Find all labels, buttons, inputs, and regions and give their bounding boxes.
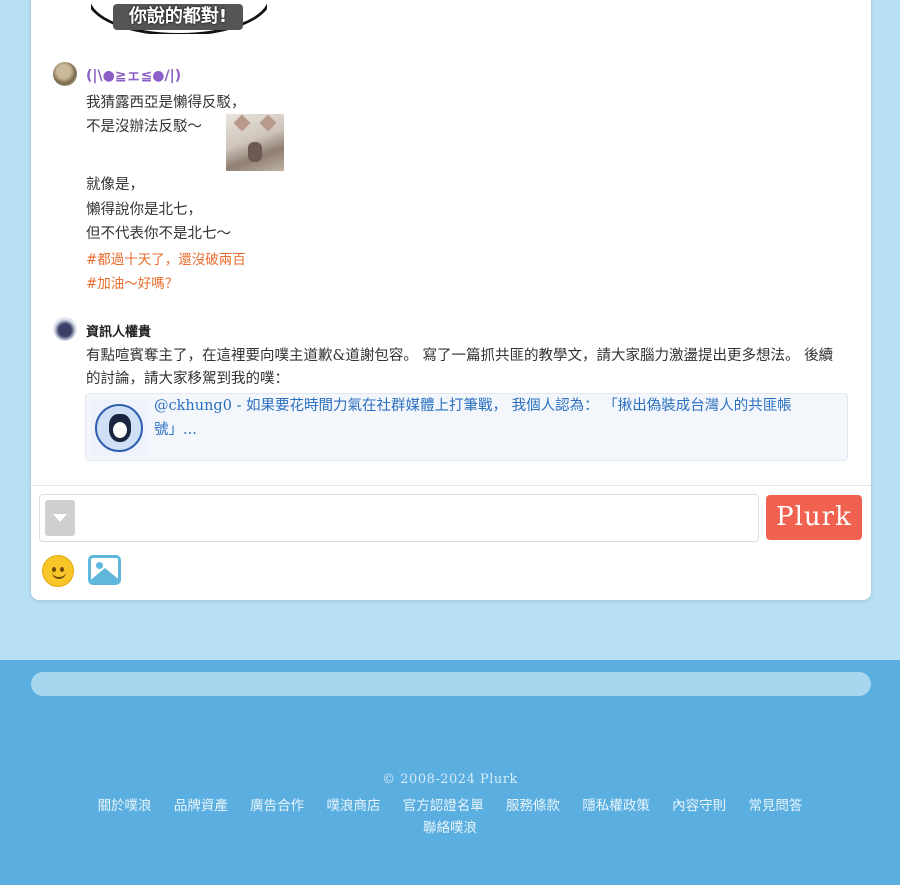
footer-link[interactable]: 廣告合作: [250, 798, 304, 814]
response-input[interactable]: [39, 494, 759, 542]
plurk-card: 你說的都對! (|\●≧ェ≦●/|) 我猜露西亞是懶得反駁， 不是沒辦法反駁～ …: [31, 0, 871, 600]
response-text-line: 就像是，: [86, 177, 144, 193]
footer-link[interactable]: 內容守則: [672, 798, 726, 814]
emoji-icon[interactable]: [42, 555, 74, 587]
sticker-text: 你說的都對!: [113, 4, 243, 30]
response-text: 有點喧賓奪主了，在這裡要向噗主道歉&道謝包容。 寫了一篇抓共匪的教學文，請大家腦…: [86, 348, 834, 387]
qualifier-dropdown-icon[interactable]: [45, 500, 75, 536]
avatar[interactable]: [53, 62, 77, 86]
footer-links: 關於噗浪 品牌資產 廣告合作 噗浪商店 官方認證名單 服務條款 隱私權政策 內容…: [80, 795, 820, 839]
response-text-line: 懶得說你是北七，: [86, 202, 202, 218]
footer-link[interactable]: 官方認證名單: [403, 798, 484, 814]
hashtag-link[interactable]: #都過十天了，還沒破兩百: [86, 248, 246, 268]
footer: © 2008-2024 Plurk 關於噗浪 品牌資產 廣告合作 噗浪商店 官方…: [0, 660, 900, 885]
hashtag-link[interactable]: #加油～好嗎？: [86, 272, 178, 292]
response-text-line: 但不代表你不是北七～: [86, 226, 231, 242]
avatar[interactable]: [53, 317, 77, 341]
copyright: © 2008-2024 Plurk: [382, 772, 518, 787]
footer-link[interactable]: 聯絡噗浪: [423, 820, 477, 836]
link-preview-text[interactable]: @ckhung0 - 如果要花時間力氣在社群媒體上打筆戰， 我個人認為： 「揪出…: [154, 394, 834, 442]
cat-image[interactable]: [226, 114, 284, 171]
response-username[interactable]: 資訊人權貴: [86, 321, 151, 340]
response-text-line: 不是沒辦法反駁～: [86, 119, 202, 135]
sticker-image: 你說的都對!: [91, 0, 267, 34]
divider: [31, 485, 871, 486]
response-username[interactable]: (|\●≧ェ≦●/|): [86, 65, 181, 85]
footer-link[interactable]: 品牌資產: [174, 798, 228, 814]
footer-link[interactable]: 常見問答: [748, 798, 802, 814]
image-upload-icon[interactable]: [88, 555, 121, 585]
footer-link[interactable]: 隱私權政策: [582, 798, 650, 814]
link-preview[interactable]: @ckhung0 - 如果要花時間力氣在社群媒體上打筆戰， 我個人認為： 「揪出…: [85, 393, 848, 461]
plurk-submit-button[interactable]: Plurk: [766, 495, 862, 540]
footer-link[interactable]: 服務條款: [506, 798, 560, 814]
link-thumbnail: [91, 400, 148, 456]
footer-link[interactable]: 噗浪商店: [326, 798, 380, 814]
footer-bar: [31, 672, 871, 696]
response-text-line: 我猜露西亞是懶得反駁，: [86, 95, 246, 111]
footer-link[interactable]: 關於噗浪: [98, 798, 152, 814]
